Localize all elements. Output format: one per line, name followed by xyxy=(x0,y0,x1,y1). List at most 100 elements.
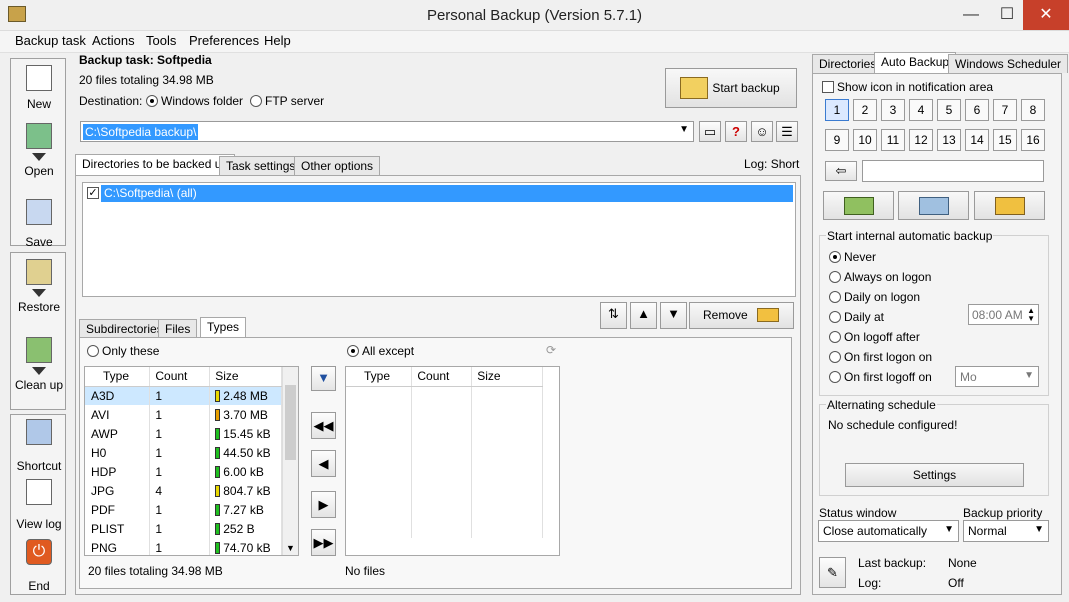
task-number-button[interactable]: 10 xyxy=(853,129,877,151)
tab-directories[interactable]: Directories to be backed up xyxy=(75,154,236,175)
task-number-button[interactable]: 2 xyxy=(853,99,877,121)
task-number-button[interactable]: 5 xyxy=(937,99,961,121)
tab-other-options[interactable]: Other options xyxy=(294,156,381,175)
drive-button[interactable]: ▭ xyxy=(699,121,721,142)
col-size[interactable]: Size xyxy=(471,367,543,387)
task-number-button[interactable]: 14 xyxy=(965,129,989,151)
table-row[interactable]: H0 1 44.50 kB xyxy=(85,443,282,462)
destination-path-combo[interactable]: C:\Softpedia backup\ ▼ xyxy=(80,121,694,142)
view-log-button[interactable]: View log xyxy=(11,479,67,531)
spin-icon[interactable]: ▲ ▼ xyxy=(1027,307,1035,323)
tree-button[interactable]: ☰ xyxy=(776,121,798,142)
subtab-files[interactable]: Files xyxy=(158,319,198,338)
table-row[interactable]: PDF 1 7.27 kB xyxy=(85,500,282,519)
status-window-select[interactable]: Close automatically ▼ xyxy=(818,520,959,542)
cleanup-button[interactable]: Clean up xyxy=(11,337,67,392)
subtab-subdirectories[interactable]: Subdirectories xyxy=(79,319,170,338)
tab-task-settings[interactable]: Task settings xyxy=(219,156,303,175)
task-name-input[interactable] xyxy=(862,160,1044,182)
tab-windows-scheduler[interactable]: Windows Scheduler xyxy=(948,54,1069,73)
task-number-button[interactable]: 12 xyxy=(909,129,933,151)
filter-button[interactable]: ▼ xyxy=(311,366,336,391)
minimize-button[interactable]: — xyxy=(953,0,989,30)
auto-backup-option[interactable]: On first logon on xyxy=(829,350,932,364)
scrollbar-thumb[interactable] xyxy=(285,385,296,460)
task-number-button[interactable]: 9 xyxy=(825,129,849,151)
end-button[interactable]: ⏻ End xyxy=(11,539,67,593)
auto-backup-option[interactable]: Daily on logon xyxy=(829,290,920,304)
table-row[interactable]: JPG 4 804.7 kB xyxy=(85,481,282,500)
menu-preferences[interactable]: Preferences xyxy=(189,33,259,48)
maximize-button[interactable]: ☐ xyxy=(989,0,1025,30)
table-row[interactable]: A3D 1 2.48 MB xyxy=(85,386,282,405)
directories-list[interactable]: ✓ C:\Softpedia\ (all) xyxy=(82,182,796,297)
auto-backup-option[interactable]: On logoff after xyxy=(829,330,920,344)
task-number-button[interactable]: 13 xyxy=(937,129,961,151)
table-row[interactable]: AVI 1 3.70 MB xyxy=(85,405,282,424)
move-right-button[interactable]: ▶ xyxy=(311,491,336,518)
task-number-button[interactable]: 1 xyxy=(825,99,849,121)
remove-button[interactable]: Remove xyxy=(689,302,794,329)
col-count[interactable]: Count xyxy=(149,367,211,387)
table-row[interactable]: AWP 1 15.45 kB xyxy=(85,424,282,443)
table-row[interactable]: PNG 1 74.70 kB xyxy=(85,538,282,555)
task-number-button[interactable]: 15 xyxy=(993,129,1017,151)
move-left-button[interactable]: ◀ xyxy=(311,450,336,477)
restore-button[interactable]: Restore xyxy=(11,259,67,314)
start-backup-button[interactable]: Start backup xyxy=(665,68,797,108)
shortcut-button[interactable]: Shortcut xyxy=(11,419,67,473)
task-number-button[interactable]: 4 xyxy=(909,99,933,121)
sort-button[interactable]: ⇅ xyxy=(600,302,627,329)
destination-ftp-radio[interactable]: FTP server xyxy=(250,94,324,108)
menu-help[interactable]: Help xyxy=(264,33,291,48)
delete-task-button[interactable] xyxy=(974,191,1045,220)
settings-button[interactable]: Settings xyxy=(845,463,1024,487)
save-button[interactable]: Save xyxy=(11,199,67,249)
time-picker[interactable]: 08:00 AM ▲ ▼ xyxy=(968,304,1039,325)
new-button[interactable]: New xyxy=(11,65,67,111)
col-count[interactable]: Count xyxy=(411,367,473,387)
copy-task-button[interactable] xyxy=(898,191,969,220)
col-type[interactable]: Type xyxy=(346,367,413,387)
tab-directories-right[interactable]: Directories xyxy=(812,54,884,73)
day-select[interactable]: Mo ▼ xyxy=(955,366,1039,387)
only-these-radio[interactable]: Only these xyxy=(87,344,159,358)
table-row[interactable]: PLIST 1 252 B xyxy=(85,519,282,538)
tab-auto-backup[interactable]: Auto Backup xyxy=(874,52,957,73)
open-button[interactable]: Open xyxy=(11,123,67,178)
col-size[interactable]: Size xyxy=(209,367,282,387)
close-button[interactable]: ✕ xyxy=(1023,0,1069,30)
back-button[interactable]: ⇦ xyxy=(825,161,857,181)
auto-backup-option[interactable]: Daily at xyxy=(829,310,884,324)
all-except-radio[interactable]: All except xyxy=(347,344,414,358)
list-item[interactable]: ✓ C:\Softpedia\ (all) xyxy=(85,185,793,202)
move-all-left-button[interactable]: ◀◀ xyxy=(311,412,336,439)
types-except-table[interactable]: Type Count Size xyxy=(345,366,560,556)
task-number-button[interactable]: 6 xyxy=(965,99,989,121)
priority-select[interactable]: Normal ▼ xyxy=(963,520,1049,542)
move-down-button[interactable]: ▼ xyxy=(660,302,687,329)
menu-tools[interactable]: Tools xyxy=(146,33,176,48)
refresh-icon[interactable]: ⟳ xyxy=(542,343,560,361)
move-all-right-button[interactable]: ▶▶ xyxy=(311,529,336,556)
types-only-table[interactable]: Type Count Size A3D 1 2.48 MB AVI 1 3.70 MB AW… xyxy=(84,366,299,556)
task-number-button[interactable]: 16 xyxy=(1021,129,1045,151)
col-type[interactable]: Type xyxy=(85,367,151,387)
auto-backup-option[interactable]: Never xyxy=(829,250,876,264)
task-number-button[interactable]: 7 xyxy=(993,99,1017,121)
chevron-down-icon[interactable]: ▼ xyxy=(286,543,295,553)
scrollbar[interactable]: ▼ xyxy=(282,367,298,555)
menu-actions[interactable]: Actions xyxy=(92,33,135,48)
subtab-types[interactable]: Types xyxy=(200,317,247,338)
task-number-button[interactable]: 8 xyxy=(1021,99,1045,121)
checkbox-icon[interactable]: ✓ xyxy=(87,187,99,199)
show-icon-checkbox[interactable]: Show icon in notification area xyxy=(822,80,993,94)
table-row[interactable]: HDP 1 6.00 kB xyxy=(85,462,282,481)
log-info-button[interactable]: ✎ xyxy=(819,557,846,588)
task-number-button[interactable]: 11 xyxy=(881,129,905,151)
move-up-button[interactable]: ▲ xyxy=(630,302,657,329)
destination-windows-radio[interactable]: Windows folder xyxy=(146,94,243,108)
auto-backup-option[interactable]: Always on logon xyxy=(829,270,931,284)
user-button[interactable]: ☺ xyxy=(751,121,773,142)
task-number-button[interactable]: 3 xyxy=(881,99,905,121)
